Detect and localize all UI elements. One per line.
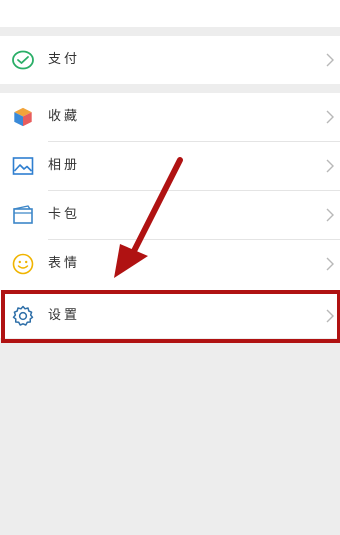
chevron-right-icon <box>325 208 335 222</box>
menu-item-album-label: 相册 <box>48 158 81 173</box>
chevron-right-icon <box>325 159 335 173</box>
chevron-right-icon <box>325 110 335 124</box>
pay-group: 支付 <box>0 36 340 84</box>
menu-item-stickers-label: 表情 <box>48 256 81 271</box>
menu-item-favorites[interactable]: 收藏 <box>0 93 340 141</box>
menu-item-album[interactable]: 相册 <box>0 142 340 190</box>
smiley-icon <box>11 252 35 276</box>
menu-item-stickers[interactable]: 表情 <box>0 240 340 288</box>
top-menu-group-bottom <box>0 0 340 27</box>
cube-icon <box>11 105 35 129</box>
image-icon <box>11 154 35 178</box>
pay-check-icon <box>11 48 35 72</box>
menu-item-pay-label: 支付 <box>48 52 81 67</box>
menu-item-pay[interactable]: 支付 <box>0 36 340 84</box>
chevron-right-icon <box>325 53 335 67</box>
menu-item-cards-label: 卡包 <box>48 207 81 222</box>
settings-highlight-box <box>1 290 340 343</box>
menu-item-cards[interactable]: 卡包 <box>0 191 340 239</box>
card-icon <box>11 203 35 227</box>
menu-item-favorites-label: 收藏 <box>48 109 81 124</box>
chevron-right-icon <box>325 257 335 271</box>
